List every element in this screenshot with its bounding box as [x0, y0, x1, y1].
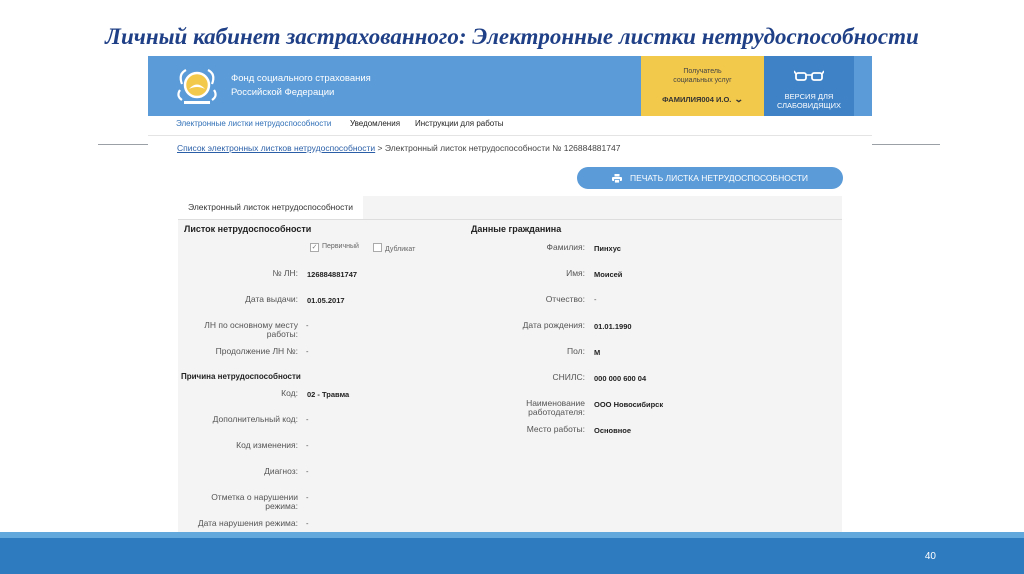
field-value-violation: - — [306, 493, 309, 502]
field-value-sex: М — [594, 348, 601, 357]
tab-notifications[interactable]: Уведомления — [350, 119, 400, 128]
low-vision-label: ВЕРСИЯ ДЛЯ СЛАБОВИДЯЩИХ — [764, 92, 854, 110]
checkbox-primary[interactable]: ✓ Первичный — [310, 243, 359, 252]
field-label-violation-date: Дата нарушения режима: — [197, 518, 298, 528]
field-value-snils: 000 000 600 04 — [594, 374, 647, 383]
org-name: Фонд социального страхования Российской … — [231, 72, 371, 100]
nav-divider — [148, 135, 872, 136]
user-caption: Получатель социальных услуг — [641, 67, 764, 85]
low-vision-button[interactable]: ВЕРСИЯ ДЛЯ СЛАБОВИДЯЩИХ — [764, 56, 854, 116]
field-label-name: Имя: — [566, 268, 585, 278]
field-value-employer: ООО Новосибирск — [594, 400, 664, 409]
field-value-name: Моисей — [594, 270, 623, 279]
field-value-issue-date: 01.05.2017 — [307, 296, 345, 305]
checkbox-checked-icon: ✓ — [310, 243, 319, 252]
field-value-patronymic: - — [594, 295, 597, 304]
field-label-violation-line2: режима: — [265, 501, 298, 511]
user-menu[interactable]: Получатель социальных услуг ФАМИЛИЯ004 И… — [641, 56, 764, 116]
card-tab-divider — [178, 219, 842, 220]
chevron-down-icon: ⌄ — [734, 94, 745, 104]
field-value-ln-number: 126884881747 — [307, 270, 358, 279]
field-value-birth-date: 01.01.1990 — [594, 322, 632, 331]
field-label-main-job: ЛН по основному месту работы: — [178, 321, 298, 339]
field-value-main-job: - — [306, 321, 309, 330]
sick-leave-card: Электронный листок нетрудоспособности Ли… — [178, 196, 842, 536]
reason-section-title: Причина нетрудоспособности — [181, 372, 301, 381]
divider-left — [98, 144, 148, 145]
low-vision-line1: ВЕРСИЯ ДЛЯ — [784, 92, 834, 101]
field-label-issue-date: Дата выдачи: — [245, 294, 298, 304]
breadcrumb-link-list[interactable]: Список электронных листков нетрудоспособ… — [177, 143, 375, 153]
field-value-diagnosis: - — [306, 467, 309, 476]
app-window: Фонд социального страхования Российской … — [148, 56, 872, 536]
user-name[interactable]: ФАМИЛИЯ004 И.О. ⌄ — [641, 94, 764, 105]
field-label-snils: СНИЛС: — [552, 372, 585, 382]
field-value-violation-date: - — [306, 519, 309, 528]
checkbox-duplicate-label: Дубликат — [385, 246, 416, 253]
checkbox-empty-icon — [373, 243, 382, 252]
print-button-label: ПЕЧАТЬ ЛИСТКА НЕТРУДОСПОСОБНОСТИ — [629, 173, 809, 183]
divider-right — [872, 144, 940, 145]
site-header: Фонд социального страхования Российской … — [148, 56, 872, 116]
page-number: 40 — [924, 551, 936, 562]
tab-sick-leaves[interactable]: Электронные листки нетрудоспособности — [176, 119, 331, 128]
breadcrumb-current: > Электронный листок нетрудоспособности … — [375, 143, 621, 153]
field-value-workplace: Основное — [594, 426, 632, 435]
card-tab[interactable]: Электронный листок нетрудоспособности — [178, 196, 363, 219]
field-value-continuation: - — [306, 347, 309, 356]
field-label-birth-date: Дата рождения: — [522, 320, 585, 330]
field-label-change-code: Код изменения: — [236, 440, 298, 450]
field-label-sex: Пол: — [567, 346, 585, 356]
field-label-employer: Наименование работодателя: — [468, 399, 585, 417]
field-value-change-code: - — [306, 441, 309, 450]
field-label-code: Код: — [281, 388, 298, 398]
field-value-extra-code: - — [306, 415, 309, 424]
sick-leave-section-title: Листок нетрудоспособности — [184, 224, 312, 234]
field-label-patronymic: Отчество: — [545, 294, 585, 304]
field-value-code: 02 - Травма — [307, 390, 350, 399]
field-label-ln-number: № ЛН: — [272, 268, 298, 278]
checkbox-primary-label: Первичный — [322, 243, 359, 250]
field-label-extra-code: Дополнительный код: — [212, 414, 298, 424]
low-vision-line2: СЛАБОВИДЯЩИХ — [776, 101, 842, 110]
printer-icon — [611, 174, 622, 184]
checkbox-duplicate[interactable]: Дубликат — [373, 243, 415, 253]
glasses-icon — [793, 70, 825, 81]
field-label-diagnosis: Диагноз: — [264, 466, 298, 476]
field-label-continuation: Продолжение ЛН №: — [215, 346, 298, 356]
org-name-line2: Российской Федерации — [231, 87, 335, 98]
org-name-line1: Фонд социального страхования — [231, 73, 371, 84]
breadcrumb: Список электронных листков нетрудоспособ… — [177, 143, 620, 153]
field-label-workplace: Место работы: — [526, 424, 585, 434]
field-value-surname: Пинхус — [594, 244, 621, 253]
citizen-section-title: Данные гражданина — [471, 224, 562, 234]
tab-instructions[interactable]: Инструкции для работы — [415, 119, 504, 128]
field-label-main-job-line2: работы: — [266, 329, 298, 339]
slide-footer-stripe — [0, 532, 1024, 538]
field-label-surname: Фамилия: — [546, 242, 585, 252]
print-button[interactable]: ПЕЧАТЬ ЛИСТКА НЕТРУДОСПОСОБНОСТИ — [577, 167, 843, 189]
user-name-text: ФАМИЛИЯ004 И.О. — [662, 95, 732, 104]
user-caption-line2: социальных услуг — [673, 77, 732, 84]
field-label-violation: Отметка о нарушении режима: — [178, 493, 298, 511]
user-caption-line1: Получатель — [683, 68, 722, 75]
slide-title: Личный кабинет застрахованного: Электрон… — [105, 24, 919, 49]
fss-logo-icon[interactable] — [174, 66, 220, 106]
slide-footer — [0, 532, 1024, 574]
field-label-employer-line2: работодателя: — [528, 407, 585, 417]
